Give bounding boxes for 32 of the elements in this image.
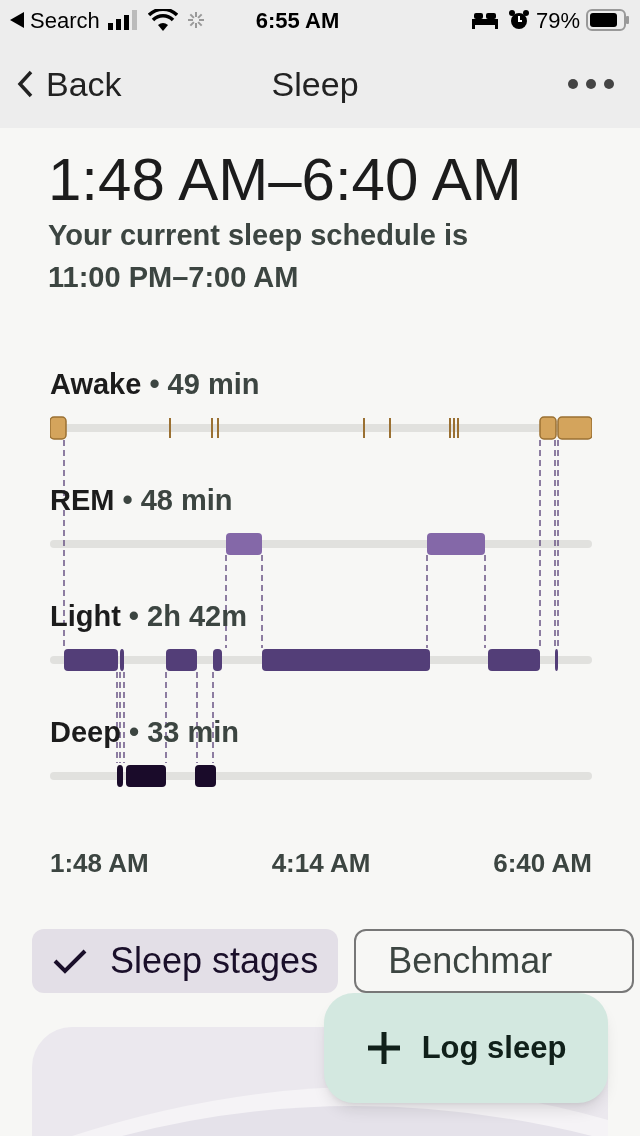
battery-percent: 79% xyxy=(535,6,580,35)
stage-duration: • 49 min xyxy=(149,368,260,400)
stage-name: Light xyxy=(50,600,121,632)
axis-time-label: 1:48 AM xyxy=(50,847,149,880)
sleep-time-range: 1:48 AM–6:40 AM xyxy=(48,148,523,212)
page-title: Sleep xyxy=(271,63,359,105)
bed-icon xyxy=(471,11,498,29)
stage-duration: • 33 min xyxy=(128,716,239,748)
battery-icon xyxy=(586,9,630,31)
axis-time-label: 6:40 AM xyxy=(493,847,592,880)
chevron-left-icon xyxy=(16,69,34,99)
stage-name: Awake xyxy=(50,368,142,400)
filter-chip[interactable]: Benchmar xyxy=(354,929,635,993)
schedule-text: Your current sleep schedule is 11:00 PM–7:00 AM xyxy=(48,218,470,295)
stage-duration: • 48 min xyxy=(122,484,233,516)
stage-name: Deep xyxy=(50,716,121,748)
alarm-clock-icon xyxy=(507,9,530,31)
stage-name: REM xyxy=(50,484,115,516)
more-options-icon[interactable] xyxy=(568,79,614,89)
stage-duration: • 2h 42m xyxy=(128,600,247,632)
plus-icon xyxy=(365,1030,402,1066)
check-icon xyxy=(52,947,88,975)
back-arrow-icon[interactable] xyxy=(10,12,24,28)
signal-icon xyxy=(107,10,138,30)
filter-chip[interactable]: Sleep stages xyxy=(32,929,339,993)
wifi-icon xyxy=(147,9,178,31)
back-app-link[interactable]: Search xyxy=(30,3,100,37)
clock-time: 6:55 AM xyxy=(255,6,340,35)
loading-spinner-icon xyxy=(185,10,206,30)
log-sleep-button[interactable]: Log sleep xyxy=(324,993,608,1103)
axis-time-label: 4:14 AM xyxy=(271,847,371,880)
back-button[interactable]: Back xyxy=(16,58,122,110)
